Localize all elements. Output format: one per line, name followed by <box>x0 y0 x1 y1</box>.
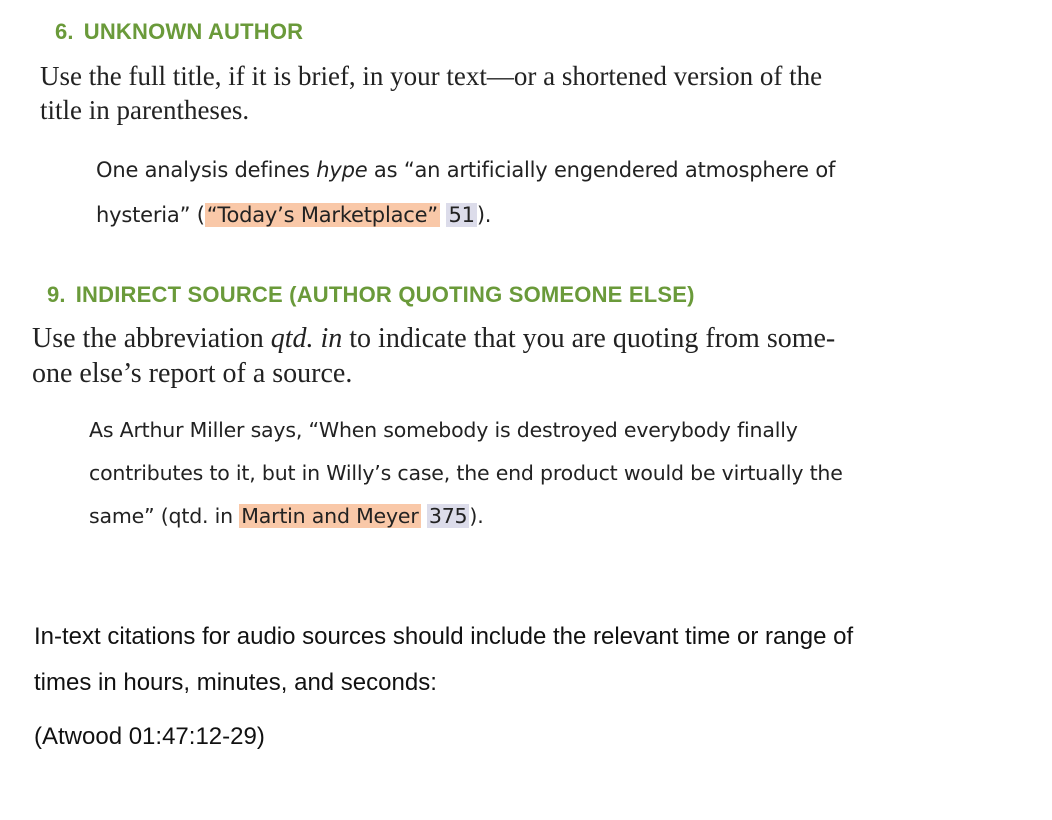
highlighted-source-title: Martin and Meyer <box>239 504 421 528</box>
section-9-number: 9. <box>47 282 66 307</box>
example-italic-term: hype <box>316 158 368 182</box>
section-9-rule-line1: Use the abbreviation qtd. in to indicate… <box>32 321 835 356</box>
example-text: same” (qtd. in <box>89 504 240 528</box>
section-6-heading: 6. UNKNOWN AUTHOR <box>55 19 303 45</box>
section-9-example-line1: As Arthur Miller says, “When somebody is… <box>89 418 798 442</box>
audio-note-line1: In-text citations for audio sources shou… <box>34 623 854 650</box>
audio-note-line2: times in hours, minutes, and seconds: <box>34 669 437 696</box>
section-6-rule-line2: title in parentheses. <box>40 95 250 125</box>
highlighted-page-number: 375 <box>426 504 470 528</box>
rule-italic-term: qtd. in <box>270 323 343 354</box>
example-text: ). <box>469 504 484 528</box>
highlighted-source-title: “Today’s Marketplace” <box>204 203 440 227</box>
rule-text: Use the abbreviation <box>32 323 271 354</box>
audio-citation-example: (Atwood 01:47:12-29) <box>34 723 265 750</box>
section-6-rule-line1: Use the full title, if it is brief, in y… <box>40 61 823 91</box>
section-9-example-line3: same” (qtd. in Martin and Meyer 375). <box>89 495 843 538</box>
section-9-rule: Use the abbreviation qtd. in to indicate… <box>32 321 835 391</box>
section-6-title: UNKNOWN AUTHOR <box>83 19 304 44</box>
section-9-title: INDIRECT SOURCE (AUTHOR QUOTING SOMEONE … <box>75 282 695 307</box>
rule-text: to indicate that you are quoting from so… <box>342 323 836 354</box>
section-9-rule-line2: one else’s report of a source. <box>32 358 353 389</box>
section-9-heading: 9. INDIRECT SOURCE (AUTHOR QUOTING SOMEON… <box>47 282 695 308</box>
example-text: hysteria” ( <box>96 203 205 227</box>
example-text: as “an artificially engendered atmospher… <box>367 158 836 182</box>
section-6-example: One analysis defines hype as “an artific… <box>96 148 835 238</box>
audio-citation-note: In-text citations for audio sources shou… <box>34 614 853 706</box>
highlighted-page-number: 51 <box>446 203 477 227</box>
example-text: ). <box>476 203 492 227</box>
section-6-example-line2: hysteria” (“Today’s Marketplace” 51). <box>96 193 835 238</box>
section-9-example-line2: contributes to it, but in Willy’s case, … <box>89 461 843 485</box>
section-9-example: As Arthur Miller says, “When somebody is… <box>89 409 843 538</box>
section-6-number: 6. <box>55 19 74 44</box>
section-6-rule: Use the full title, if it is brief, in y… <box>40 59 822 127</box>
section-6-example-line1: One analysis defines hype as “an artific… <box>96 148 835 193</box>
example-text: One analysis defines <box>96 158 317 182</box>
